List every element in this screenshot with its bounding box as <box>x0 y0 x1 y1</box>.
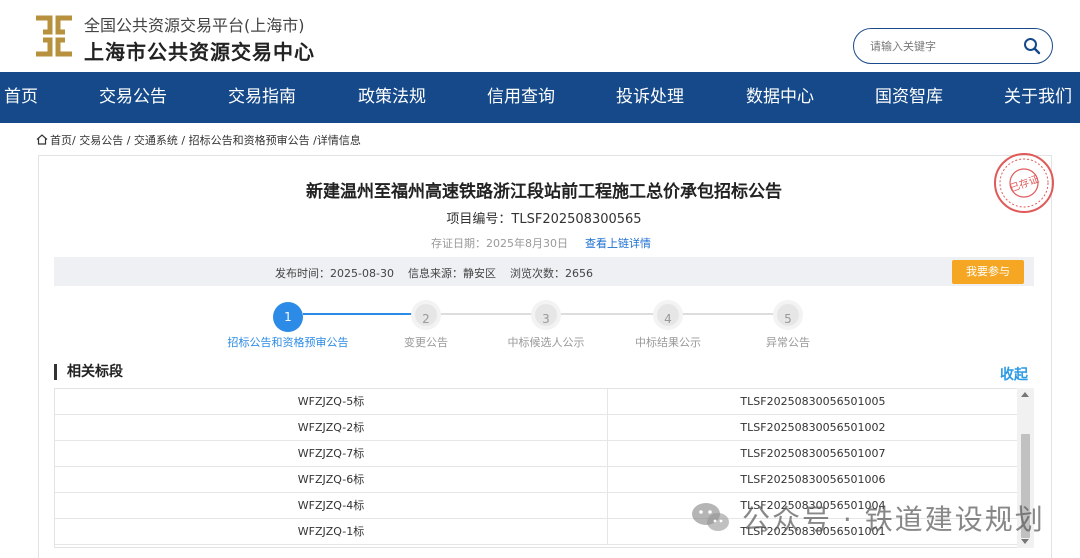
step-4-circle[interactable]: 4 <box>653 300 683 330</box>
main-nav: 首页 交易公告 交易指南 政策法规 信用查询 投诉处理 数据中心 国资智库 关于… <box>0 72 1080 123</box>
logo-icon[interactable] <box>32 14 76 58</box>
site-subtitle: 全国公共资源交易平台(上海市) <box>84 16 305 35</box>
section-code: TLSF20250830056501006 <box>740 473 886 486</box>
nav-item-policy[interactable]: 政策法规 <box>358 72 426 123</box>
section-code: TLSF20250830056501005 <box>740 395 886 408</box>
step-connector-2 <box>437 313 533 315</box>
step-1-label[interactable]: 招标公告和资格预审公告 <box>226 334 350 350</box>
section-name[interactable]: WFZJZQ-2标 <box>55 415 608 441</box>
search-box <box>853 28 1053 64</box>
nav-item-home[interactable]: 首页 <box>4 72 38 123</box>
search-icon[interactable] <box>1022 36 1042 56</box>
section-name[interactable]: WFZJZQ-4标 <box>55 493 608 519</box>
step-connector-3 <box>557 313 655 315</box>
publish-time: 发布时间：2025-08-30 <box>275 267 394 280</box>
step-4-label[interactable]: 中标结果公示 <box>618 334 718 350</box>
info-line: 发布时间：2025-08-30 信息来源：静安区 浏览次数：2656 <box>54 265 814 281</box>
breadcrumb-announcements[interactable]: 交易公告 / <box>76 134 130 147</box>
table-row[interactable]: WFZJZQ-5标 TLSF20250830056501005 <box>55 389 1018 415</box>
nav-item-announcements[interactable]: 交易公告 <box>99 72 167 123</box>
section-code: TLSF20250830056501002 <box>740 421 886 434</box>
section-code: TLSF20250830056501007 <box>740 447 886 460</box>
step-5-label[interactable]: 异常公告 <box>738 334 838 350</box>
info-bar: 发布时间：2025-08-30 信息来源：静安区 浏览次数：2656 <box>54 257 1034 286</box>
step-5-circle[interactable]: 5 <box>773 300 803 330</box>
notice-title: 新建温州至福州高速铁路浙江段站前工程施工总价承包招标公告 <box>306 182 782 202</box>
breadcrumb-home[interactable]: 首页/ <box>50 134 76 147</box>
info-source: 信息来源：静安区 <box>407 267 496 280</box>
scroll-up-icon[interactable] <box>1021 392 1029 397</box>
search-input[interactable] <box>870 37 1020 55</box>
related-sections-title: 相关标段 <box>54 364 123 380</box>
view-count: 浏览次数：2656 <box>509 267 593 280</box>
home-icon[interactable] <box>36 134 48 145</box>
section-name[interactable]: WFZJZQ-1标 <box>55 519 608 545</box>
watermark-text: 公众号 · 铁道建设规划 <box>742 503 1045 536</box>
table-row[interactable]: WFZJZQ-6标 TLSF20250830056501006 <box>55 467 1018 493</box>
step-3-label[interactable]: 中标候选人公示 <box>496 334 596 350</box>
section-name[interactable]: WFZJZQ-7标 <box>55 441 608 467</box>
nav-item-credit[interactable]: 信用查询 <box>487 72 555 123</box>
evidence-date: 存证日期：2025年8月30日 <box>431 237 568 250</box>
nav-item-about[interactable]: 关于我们 <box>1004 72 1072 123</box>
nav-item-complaints[interactable]: 投诉处理 <box>616 72 684 123</box>
breadcrumb-tender-notice[interactable]: 招标公告和资格预审公告 / <box>185 134 317 147</box>
table-row[interactable]: WFZJZQ-7标 TLSF20250830056501007 <box>55 441 1018 467</box>
scroll-down-icon[interactable] <box>1021 539 1029 544</box>
breadcrumb-current: 详情信息 <box>316 134 361 147</box>
step-3-circle[interactable]: 3 <box>531 300 561 330</box>
evidence-stamp: 已存证 <box>994 153 1054 213</box>
nav-item-data-center[interactable]: 数据中心 <box>746 72 814 123</box>
section-name[interactable]: WFZJZQ-6标 <box>55 467 608 493</box>
section-name[interactable]: WFZJZQ-5标 <box>55 389 608 415</box>
step-2-circle[interactable]: 2 <box>411 300 441 330</box>
step-1-circle[interactable]: 1 <box>273 302 303 332</box>
breadcrumb: 首页/ 交易公告 / 交通系统 / 招标公告和资格预审公告 /详情信息 <box>36 132 361 148</box>
site-title[interactable]: 上海市公共资源交易中心 <box>84 36 315 65</box>
site-header: 全国公共资源交易平台(上海市) 上海市公共资源交易中心 <box>0 0 1080 72</box>
nav-item-guide[interactable]: 交易指南 <box>228 72 296 123</box>
view-chain-details-link[interactable]: 查看上链详情 <box>585 235 651 251</box>
breadcrumb-transport[interactable]: 交通系统 / <box>130 134 185 147</box>
project-number: 项目编号：TLSF202508300565 <box>446 212 642 227</box>
step-connector-4 <box>679 313 775 315</box>
step-connector-1 <box>303 313 415 315</box>
collapse-button[interactable]: 收起 <box>1000 364 1028 384</box>
table-row[interactable]: WFZJZQ-2标 TLSF20250830056501002 <box>55 415 1018 441</box>
wechat-icon <box>692 503 729 531</box>
nav-item-think-tank[interactable]: 国资智库 <box>875 72 943 123</box>
join-button[interactable]: 我要参与 <box>952 260 1024 284</box>
step-2-label[interactable]: 变更公告 <box>376 334 476 350</box>
